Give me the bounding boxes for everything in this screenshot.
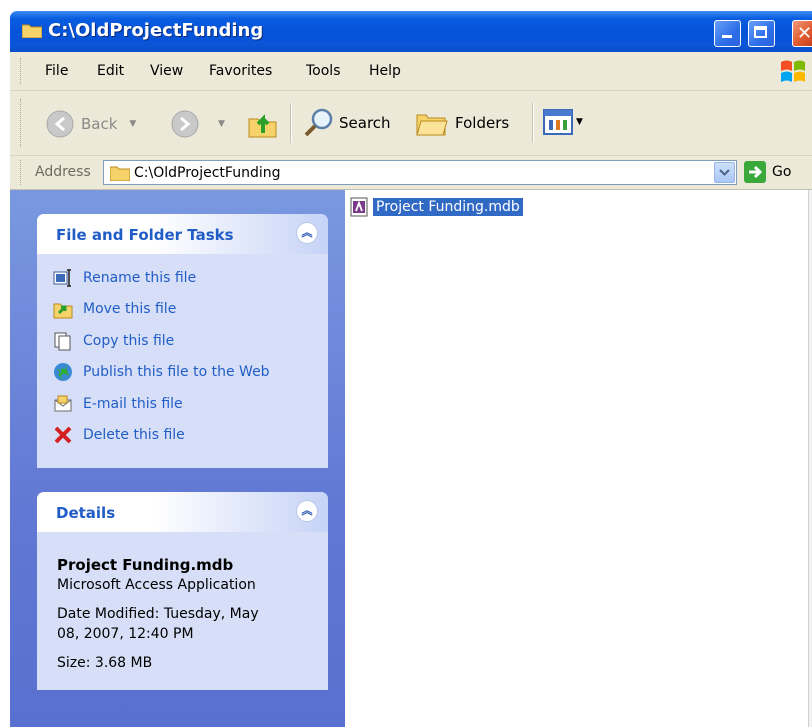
go-arrow-icon xyxy=(744,161,766,183)
folders-button[interactable]: Folders xyxy=(415,107,509,139)
task-delete[interactable]: Delete this file xyxy=(53,425,185,445)
minimize-button[interactable] xyxy=(714,20,741,47)
address-bar: Address C:\OldProjectFunding Go xyxy=(10,156,812,190)
address-label: Address xyxy=(35,164,91,180)
back-dropdown-icon[interactable]: ▼ xyxy=(129,119,136,129)
folders-icon xyxy=(416,114,448,136)
details-panel: Details ︽ Project Funding.mdb Microsoft … xyxy=(37,492,328,690)
copy-icon xyxy=(54,332,71,351)
go-button[interactable]: Go xyxy=(744,161,791,183)
vertical-scrollbar[interactable] xyxy=(808,190,812,727)
back-arrow-icon xyxy=(46,110,74,138)
windows-logo-icon xyxy=(781,60,805,82)
rename-icon xyxy=(53,269,71,287)
forward-arrow-icon xyxy=(171,110,199,138)
task-move[interactable]: Move this file xyxy=(53,299,176,319)
file-item[interactable]: Project Funding.mdb xyxy=(349,197,523,217)
menu-file[interactable]: File xyxy=(45,63,68,79)
address-dropdown-button[interactable] xyxy=(714,162,735,183)
task-pane: File and Folder Tasks ︽ Rename this file… xyxy=(10,190,345,727)
delete-icon xyxy=(54,426,72,444)
details-size: Size: 3.68 MB xyxy=(57,655,153,671)
folder-icon xyxy=(22,24,42,38)
close-button[interactable]: ✕ xyxy=(792,20,812,47)
menu-help[interactable]: Help xyxy=(369,63,401,79)
menu-favorites[interactable]: Favorites xyxy=(209,63,272,79)
globe-icon xyxy=(54,363,72,381)
panel-title: Details xyxy=(56,504,116,522)
up-folder-icon xyxy=(248,114,277,138)
title-bar[interactable]: C:\OldProjectFunding ✕ xyxy=(10,11,812,52)
collapse-icon[interactable]: ︽ xyxy=(296,500,318,522)
views-button[interactable]: ▼ xyxy=(543,109,583,135)
toolbar: Back ▼ ▼ Search Folders ▼ xyxy=(10,91,812,156)
forward-button[interactable]: ▼ xyxy=(170,109,225,139)
menu-bar: File Edit View Favorites Tools Help xyxy=(10,52,812,91)
toolbar-grip[interactable] xyxy=(20,99,24,147)
move-icon xyxy=(53,303,73,319)
folder-icon xyxy=(110,166,130,181)
panel-title: File and Folder Tasks xyxy=(56,226,234,244)
maximize-button[interactable] xyxy=(748,20,775,47)
address-input[interactable]: C:\OldProjectFunding xyxy=(103,160,737,185)
views-dropdown-icon[interactable]: ▼ xyxy=(576,117,583,127)
up-folder-button[interactable] xyxy=(246,107,280,141)
task-email[interactable]: E-mail this file xyxy=(53,394,183,414)
file-folder-tasks-panel: File and Folder Tasks ︽ Rename this file… xyxy=(37,214,328,468)
toolbar-separator-2 xyxy=(532,103,534,143)
menu-tools[interactable]: Tools xyxy=(306,63,341,79)
chevron-down-icon xyxy=(719,169,730,176)
panel-header[interactable]: File and Folder Tasks ︽ xyxy=(37,214,328,254)
task-copy[interactable]: Copy this file xyxy=(53,331,174,351)
access-file-icon xyxy=(350,197,368,217)
details-date-modified-cont: 08, 2007, 12:40 PM xyxy=(57,626,194,642)
menu-view[interactable]: View xyxy=(150,63,183,79)
window-title: C:\OldProjectFunding xyxy=(48,20,264,41)
toolbar-separator xyxy=(290,103,292,143)
task-publish[interactable]: Publish this file to the Web xyxy=(53,362,270,382)
search-icon xyxy=(304,108,333,137)
close-icon: ✕ xyxy=(797,23,812,44)
details-file-type: Microsoft Access Application xyxy=(57,577,256,593)
collapse-icon[interactable]: ︽ xyxy=(296,222,318,244)
details-file-name: Project Funding.mdb xyxy=(57,556,234,574)
search-button[interactable]: Search xyxy=(303,107,391,139)
panel-header[interactable]: Details ︽ xyxy=(37,492,328,532)
task-rename[interactable]: Rename this file xyxy=(53,268,196,288)
menu-edit[interactable]: Edit xyxy=(97,63,124,79)
address-grip[interactable] xyxy=(20,160,24,185)
email-icon xyxy=(54,395,72,412)
back-button[interactable]: Back ▼ xyxy=(45,109,136,139)
details-date-modified: Date Modified: Tuesday, May xyxy=(57,606,259,622)
forward-dropdown-icon[interactable]: ▼ xyxy=(218,119,225,129)
file-name: Project Funding.mdb xyxy=(373,198,523,216)
views-icon xyxy=(543,109,573,135)
address-value: C:\OldProjectFunding xyxy=(134,165,281,181)
menu-grip[interactable] xyxy=(20,58,24,84)
